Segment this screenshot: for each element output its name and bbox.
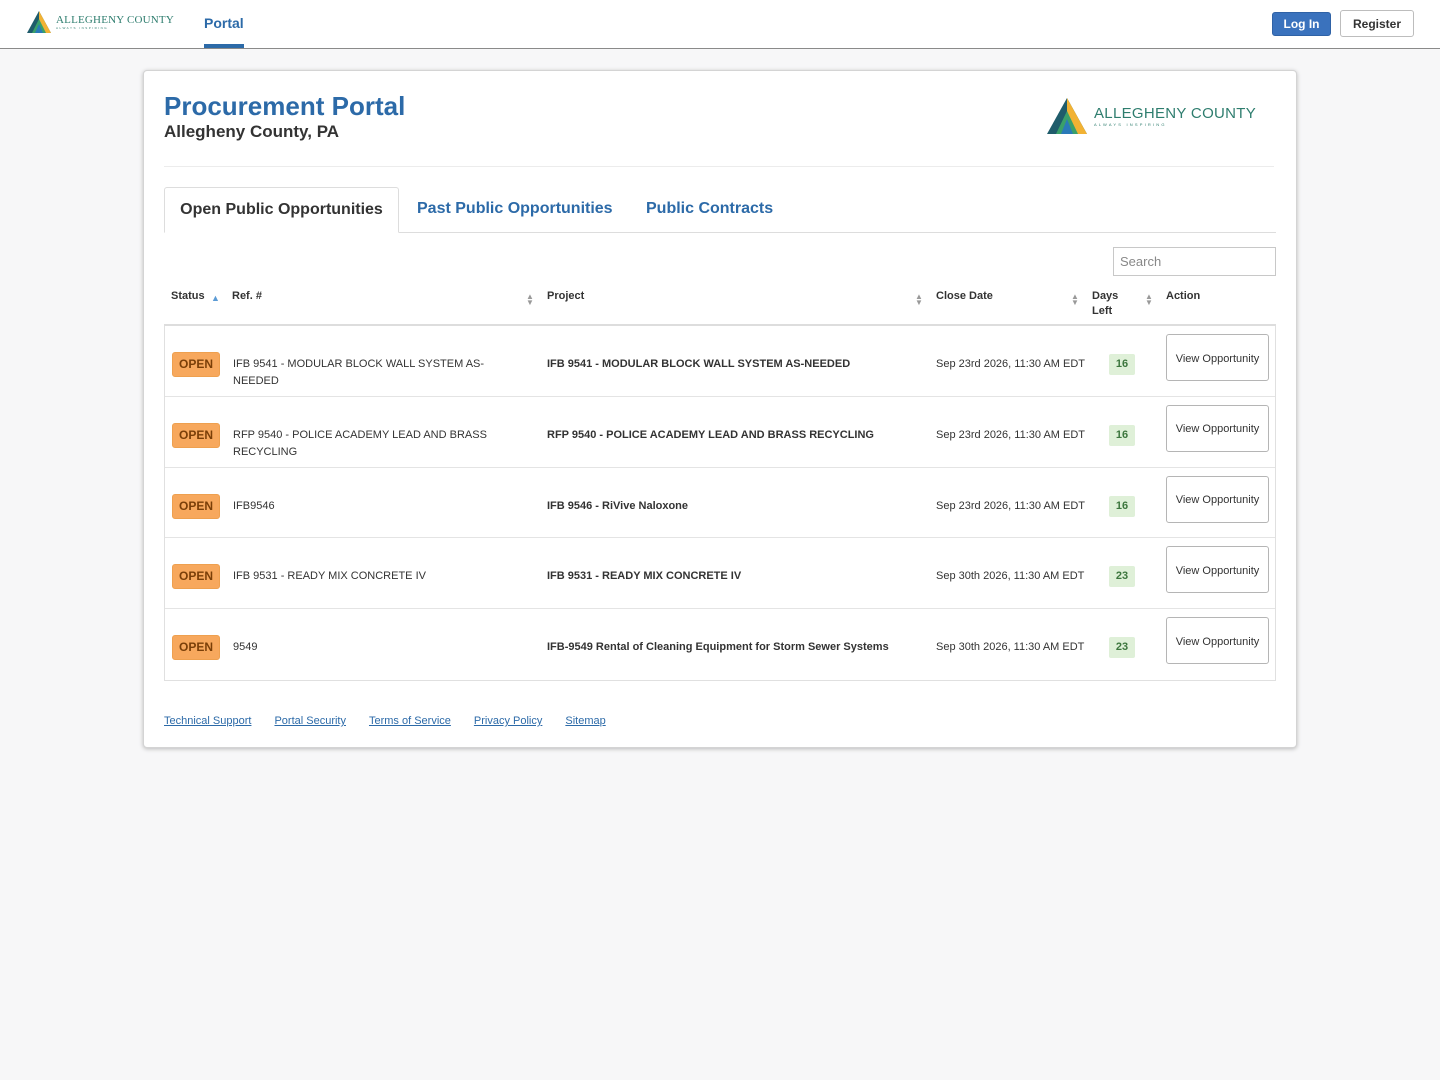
close-date: Sep 30th 2026, 11:30 AM EDT <box>936 641 1085 654</box>
view-opportunity-button[interactable]: View Opportunity <box>1166 546 1269 594</box>
view-opportunity-button[interactable]: View Opportunity <box>1166 475 1269 523</box>
header-divider <box>164 166 1274 167</box>
close-date: Sep 23rd 2026, 11:30 AM EDT <box>936 428 1085 441</box>
top-navbar: ALLEGHENY COUNTY ALWAYS INSPIRING Portal… <box>0 0 1440 49</box>
footer-link-technical-support[interactable]: Technical Support <box>164 715 251 727</box>
table-header: Status ▲ Ref. # ▲ ▼ Project ▲ ▼ Close Date… <box>164 276 1276 326</box>
nav-logo-tagline: ALWAYS INSPIRING <box>56 25 109 30</box>
table-row: OPEN RFP 9540 - POLICE ACADEMY LEAD AND … <box>165 397 1275 468</box>
column-header-days-left[interactable]: Days Left <box>1092 289 1118 319</box>
ref-number: 9549 <box>233 641 258 654</box>
sort-both-icon[interactable]: ▲ ▼ <box>525 293 535 307</box>
status-badge: OPEN <box>172 352 220 377</box>
status-badge: OPEN <box>172 493 220 519</box>
nav-logo[interactable]: ALLEGHENY COUNTY ALWAYS INSPIRING <box>26 10 174 34</box>
project-name: IFB 9531 - READY MIX CONCRETE IV <box>547 570 742 583</box>
sort-both-icon[interactable]: ▲ ▼ <box>1144 293 1154 307</box>
column-header-ref[interactable]: Ref. # <box>232 289 262 304</box>
allegheny-logo-icon <box>27 11 51 33</box>
table-row: OPEN IFB 9531 - READY MIX CONCRETE IV IF… <box>165 538 1275 610</box>
footer-link-sitemap[interactable]: Sitemap <box>565 715 605 727</box>
close-date: Sep 30th 2026, 11:30 AM EDT <box>936 570 1085 583</box>
project-name: IFB 9546 - RiVive Naloxone <box>547 499 689 512</box>
footer-link-portal-security[interactable]: Portal Security <box>274 715 346 727</box>
column-header-project[interactable]: Project <box>547 289 584 304</box>
ref-number: RFP 9540 - POLICE ACADEMY LEAD AND BRASS… <box>233 428 487 458</box>
sort-both-icon[interactable]: ▲ ▼ <box>1070 293 1080 307</box>
days-left-badge: 16 <box>1109 495 1135 517</box>
column-header-days-left-line1: Days <box>1092 290 1119 302</box>
view-opportunity-button[interactable]: View Opportunity <box>1166 334 1269 381</box>
view-opportunity-button[interactable]: View Opportunity <box>1166 404 1269 452</box>
column-header-days-left-line2: Left <box>1092 305 1113 317</box>
opportunities-table: Status ▲ Ref. # ▲ ▼ Project ▲ ▼ Close Date… <box>164 276 1276 681</box>
close-date: Sep 23rd 2026, 11:30 AM EDT <box>936 499 1085 512</box>
ref-number: IFB9546 <box>233 499 275 512</box>
footer-link-terms[interactable]: Terms of Service <box>369 715 451 727</box>
page-subtitle: Allegheny County, PA <box>164 122 340 141</box>
column-header-status[interactable]: Status <box>171 289 205 304</box>
procurement-card: Procurement Portal Allegheny County, PA … <box>143 70 1297 748</box>
page-title: Procurement Portal <box>164 91 406 121</box>
column-header-action: Action <box>1166 290 1201 302</box>
register-button[interactable]: Register <box>1340 10 1414 37</box>
sort-asc-icon[interactable]: ▲ <box>211 293 220 303</box>
status-badge: OPEN <box>172 635 220 661</box>
table-body: OPEN IFB 9541 - MODULAR BLOCK WALL SYSTE… <box>164 326 1276 681</box>
project-name: RFP 9540 - POLICE ACADEMY LEAD AND BRASS… <box>547 428 874 441</box>
column-header-close-date[interactable]: Close Date <box>936 289 993 304</box>
tab-open-opportunities[interactable]: Open Public Opportunities <box>164 187 399 233</box>
county-logo-tagline: ALWAYS INSPIRING <box>1094 121 1167 127</box>
project-name: IFB 9541 - MODULAR BLOCK WALL SYSTEM AS-… <box>547 358 851 370</box>
nav-tab-active-indicator <box>204 44 244 48</box>
allegheny-logo-icon <box>1047 98 1087 134</box>
ref-number: IFB 9541 - MODULAR BLOCK WALL SYSTEM AS-… <box>233 358 485 387</box>
sort-both-icon[interactable]: ▲ ▼ <box>914 293 924 307</box>
county-logo-name: ALLEGHENY COUNTY <box>1094 104 1257 122</box>
ref-number: IFB 9531 - READY MIX CONCRETE IV <box>233 570 426 583</box>
footer-link-privacy[interactable]: Privacy Policy <box>474 715 542 727</box>
table-row: OPEN IFB 9541 - MODULAR BLOCK WALL SYSTE… <box>165 326 1275 397</box>
tab-past-opportunities[interactable]: Past Public Opportunities <box>417 187 613 233</box>
close-date: Sep 23rd 2026, 11:30 AM EDT <box>936 358 1085 370</box>
status-badge: OPEN <box>172 422 220 448</box>
opportunity-tabs: Open Public Opportunities Past Public Op… <box>164 187 1276 233</box>
nav-logo-name: ALLEGHENY COUNTY <box>56 13 174 26</box>
days-left-badge: 23 <box>1109 637 1135 659</box>
tab-public-contracts[interactable]: Public Contracts <box>646 187 773 233</box>
days-left-badge: 16 <box>1109 354 1135 375</box>
view-opportunity-button[interactable]: View Opportunity <box>1166 617 1269 665</box>
project-name: IFB-9549 Rental of Cleaning Equipment fo… <box>547 641 889 654</box>
days-left-badge: 23 <box>1109 566 1135 588</box>
days-left-badge: 16 <box>1109 424 1135 446</box>
county-logo: ALLEGHENY COUNTY ALWAYS INSPIRING <box>1046 97 1256 135</box>
table-row: OPEN 9549 IFB-9549 Rental of Cleaning Eq… <box>165 609 1275 680</box>
nav-tab-portal[interactable]: Portal <box>204 15 244 31</box>
login-button[interactable]: Log In <box>1272 12 1331 36</box>
footer-links: Technical Support Portal Security Terms … <box>164 715 629 727</box>
search-input[interactable] <box>1113 247 1276 276</box>
status-badge: OPEN <box>172 564 220 590</box>
table-row: OPEN IFB9546 IFB 9546 - RiVive Naloxone … <box>165 468 1275 539</box>
